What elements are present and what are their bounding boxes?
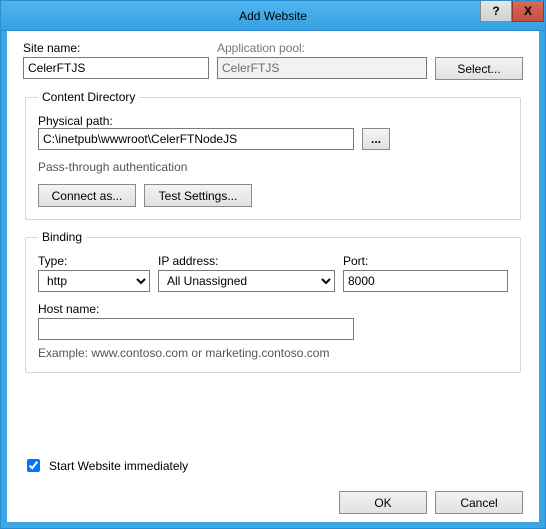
help-icon: ?: [492, 4, 499, 18]
start-immediately-checkbox[interactable]: [27, 459, 40, 472]
port-input[interactable]: [343, 270, 508, 292]
app-pool-label: Application pool:: [217, 41, 523, 55]
ip-label: IP address:: [158, 254, 335, 268]
close-icon: X: [524, 4, 532, 18]
start-immediately-label: Start Website immediately: [49, 459, 188, 473]
connect-as-button[interactable]: Connect as...: [38, 184, 136, 207]
ip-select[interactable]: All Unassigned: [158, 270, 335, 292]
titlebar[interactable]: Add Website ? X: [1, 1, 545, 31]
ellipsis-icon: ...: [371, 132, 381, 146]
content-directory-group: Content Directory Physical path: ... Pas…: [25, 90, 521, 220]
client-area: Site name: Application pool: Select... C…: [1, 31, 545, 528]
port-label: Port:: [343, 254, 508, 268]
host-name-label: Host name:: [38, 302, 354, 316]
top-row: Site name: Application pool: Select...: [23, 41, 523, 80]
physical-path-input[interactable]: [38, 128, 354, 150]
app-pool-input: [217, 57, 427, 79]
physical-path-label: Physical path:: [38, 114, 113, 128]
start-immediately-row: Start Website immediately: [23, 456, 523, 475]
pass-through-auth-label: Pass-through authentication: [38, 160, 508, 174]
host-name-input[interactable]: [38, 318, 354, 340]
select-app-pool-button[interactable]: Select...: [435, 57, 523, 80]
help-button[interactable]: ?: [480, 1, 512, 22]
content-directory-legend: Content Directory: [38, 90, 139, 104]
test-settings-button[interactable]: Test Settings...: [144, 184, 252, 207]
titlebar-buttons: ? X: [480, 1, 545, 22]
type-label: Type:: [38, 254, 150, 268]
binding-group: Binding Type: http IP address: All Unass…: [25, 230, 521, 373]
host-name-example: Example: www.contoso.com or marketing.co…: [38, 346, 508, 360]
close-button[interactable]: X: [512, 1, 544, 22]
site-name-input[interactable]: [23, 57, 209, 79]
ok-button[interactable]: OK: [339, 491, 427, 514]
dialog-footer: OK Cancel: [23, 485, 523, 514]
type-select[interactable]: http: [38, 270, 150, 292]
add-website-dialog: Add Website ? X Site name: Application p…: [0, 0, 546, 529]
browse-path-button[interactable]: ...: [362, 128, 390, 150]
site-name-label: Site name:: [23, 41, 209, 55]
cancel-button[interactable]: Cancel: [435, 491, 523, 514]
window-title: Add Website: [239, 9, 307, 23]
binding-legend: Binding: [38, 230, 86, 244]
